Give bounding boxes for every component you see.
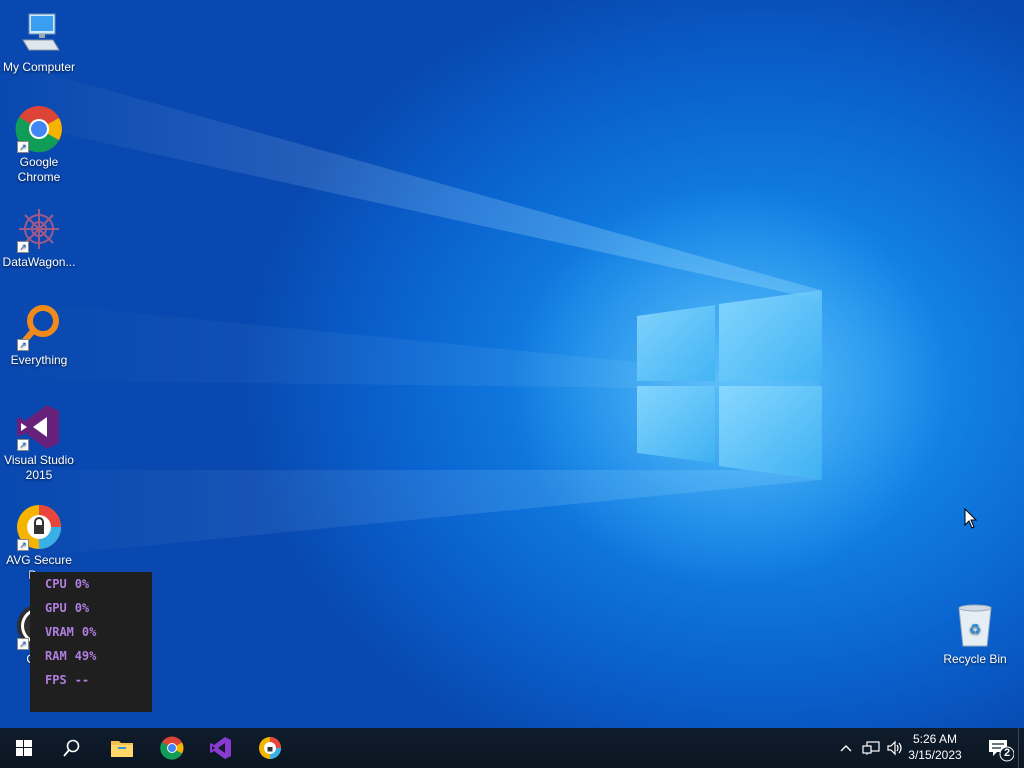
chrome-icon — [160, 736, 184, 760]
speaker-icon — [887, 740, 902, 756]
notification-count-badge: 2 — [1003, 747, 1011, 759]
overlay-label: FPS — [45, 673, 67, 687]
clock-time: 5:26 AM — [912, 732, 958, 746]
computer-icon — [15, 10, 63, 58]
datawagon-icon: ↗ — [15, 205, 63, 253]
network-icon — [862, 741, 880, 755]
desktop: My Computer ↗ Google Chrome ↗ DataWagon.… — [0, 0, 1024, 728]
overlay-value: 0% — [74, 601, 90, 615]
shortcut-arrow-icon: ↗ — [17, 241, 29, 253]
network-button[interactable] — [860, 728, 882, 768]
shortcut-arrow-icon: ↗ — [17, 439, 29, 451]
overlay-row-cpu: CPU 0% — [45, 577, 89, 593]
search-button[interactable] — [48, 728, 96, 768]
desktop-icon-label: Recycle Bin — [943, 652, 1007, 666]
desktop-icon-datawagon[interactable]: ↗ DataWagon... — [0, 205, 78, 270]
desktop-icon-label: Everything — [10, 353, 68, 367]
visual-studio-icon — [210, 737, 231, 759]
taskbar-visual-studio[interactable] — [197, 728, 245, 768]
desktop-icon-visual-studio[interactable]: ↗ Visual Studio 2015 — [0, 403, 78, 483]
overlay-value: 0% — [74, 577, 90, 591]
overlay-label: CPU — [45, 577, 67, 591]
overlay-value: 49% — [74, 649, 97, 663]
overlay-row-vram: VRAM 0% — [45, 625, 96, 641]
overlay-label: GPU — [45, 601, 67, 615]
file-explorer-icon — [111, 741, 133, 757]
desktop-icon-label: DataWagon... — [2, 255, 76, 269]
start-icon — [16, 740, 32, 756]
recycle-bin-icon: ♻ — [951, 602, 999, 650]
show-desktop-button[interactable] — [1018, 728, 1024, 768]
overlay-label: VRAM — [45, 625, 74, 639]
desktop-icon-avg-secure-browser[interactable]: ↗ AVG Secure Br... — [0, 503, 78, 583]
shortcut-arrow-icon: ↗ — [17, 141, 29, 153]
taskbar-file-explorer[interactable] — [98, 728, 146, 768]
desktop-icon-everything[interactable]: ↗ Everything — [0, 303, 78, 368]
wallpaper — [0, 60, 950, 585]
overlay-value: 0% — [81, 625, 97, 639]
svg-text:♻: ♻ — [969, 622, 982, 638]
overlay-row-gpu: GPU 0% — [45, 601, 89, 617]
everything-search-icon: ↗ — [15, 303, 63, 351]
overlay-row-ram: RAM 49% — [45, 649, 96, 665]
taskbar-chrome[interactable] — [148, 728, 196, 768]
action-center-button[interactable]: 2 — [986, 734, 1015, 762]
start-button[interactable] — [0, 728, 48, 768]
chevron-up-icon — [840, 745, 852, 752]
search-icon — [63, 739, 80, 757]
desktop-icon-my-computer[interactable]: My Computer — [0, 10, 78, 75]
shortcut-arrow-icon: ↗ — [17, 539, 29, 551]
overlay-value: -- — [74, 673, 90, 687]
performance-overlay: CPU 0% GPU 0% VRAM 0% RAM 49% FPS -- — [30, 572, 152, 712]
shortcut-arrow-icon: ↗ — [17, 339, 29, 351]
clock-date: 3/15/2023 — [908, 748, 962, 762]
visual-studio-icon: ↗ — [15, 403, 63, 451]
taskbar-avg-browser[interactable] — [246, 728, 294, 768]
overlay-label: RAM — [45, 649, 67, 663]
avg-browser-icon: ↗ — [15, 503, 63, 551]
avg-browser-icon — [259, 737, 281, 759]
taskbar: 5:26 AM 3/15/2023 2 — [0, 728, 1024, 768]
volume-button[interactable] — [884, 728, 906, 768]
desktop-icon-label: Google Chrome — [17, 155, 61, 184]
clock[interactable]: 5:26 AM 3/15/2023 — [904, 731, 966, 763]
mouse-cursor-icon — [964, 508, 978, 529]
overlay-row-fps: FPS -- — [45, 673, 89, 689]
desktop-icon-label: Visual Studio 2015 — [4, 453, 74, 482]
desktop-icon-recycle-bin[interactable]: ♻ Recycle Bin — [936, 602, 1014, 667]
desktop-icon-label: My Computer — [2, 60, 76, 74]
show-hidden-icons-button[interactable] — [836, 728, 856, 768]
desktop-icon-google-chrome[interactable]: ↗ Google Chrome — [0, 105, 78, 185]
chrome-icon: ↗ — [15, 105, 63, 153]
shortcut-arrow-icon: ↗ — [17, 638, 29, 650]
